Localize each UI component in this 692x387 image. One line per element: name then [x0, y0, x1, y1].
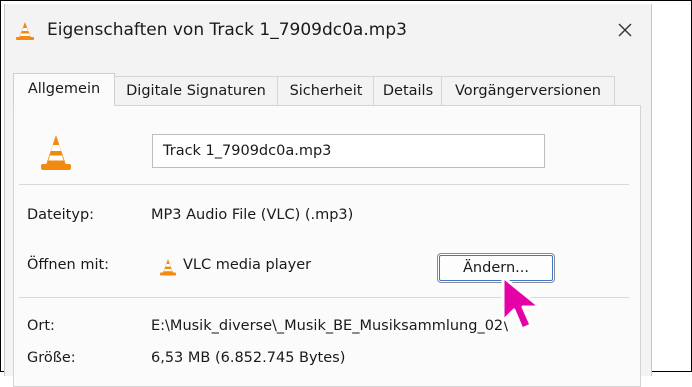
separator: [19, 184, 629, 185]
opens-with-app: VLC media player: [183, 257, 312, 273]
close-icon: [618, 23, 632, 37]
file-type-icon: [41, 135, 71, 170]
properties-dialog: Eigenschaften von Track 1_7909dc0a.mp3 A…: [4, 4, 652, 387]
title-bar: Eigenschaften von Track 1_7909dc0a.mp3: [5, 4, 651, 56]
location-value: E:\Musik_diverse\_Musik_BE_Musiksammlung…: [151, 318, 509, 334]
close-button[interactable]: [605, 12, 645, 48]
size-value: 6,53 MB (6.852.745 Bytes): [151, 350, 346, 366]
file-name-field[interactable]: Track 1_7909dc0a.mp3: [152, 134, 545, 168]
size-label: Größe:: [27, 350, 76, 366]
tab-vorgaengerversionen[interactable]: Vorgängerversionen: [441, 76, 615, 105]
vlc-cone-icon: [160, 259, 176, 276]
opens-with-label: Öffnen mit:: [27, 257, 110, 273]
file-type-label: Dateityp:: [27, 207, 95, 223]
location-label: Ort:: [27, 318, 55, 334]
window-title: Eigenschaften von Track 1_7909dc0a.mp3: [47, 20, 407, 40]
file-type-value: MP3 Audio File (VLC) (.mp3): [151, 207, 354, 223]
mouse-pointer-icon: [501, 275, 542, 331]
tab-allgemein[interactable]: Allgemein: [13, 73, 115, 106]
tab-sicherheit[interactable]: Sicherheit: [277, 76, 375, 105]
vlc-cone-icon: [16, 22, 34, 40]
tab-digitale-signaturen[interactable]: Digitale Signaturen: [113, 76, 279, 105]
tab-details[interactable]: Details: [373, 76, 443, 105]
